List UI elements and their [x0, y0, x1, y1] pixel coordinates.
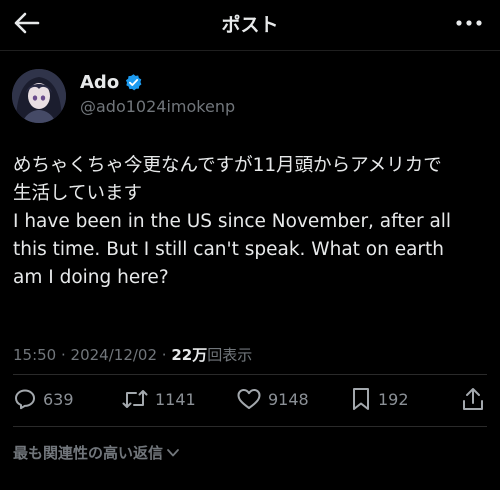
meta-divider [13, 374, 487, 375]
reply-count: 639 [43, 389, 74, 409]
bookmark-icon [353, 388, 369, 410]
chevron-down-icon [166, 448, 180, 458]
bookmark-count: 192 [378, 389, 409, 409]
tweet-text: めちゃくちゃ今更なんですが11月頭からアメリカで 生活しています I have … [13, 152, 485, 292]
tweet-line: 生活しています [13, 183, 142, 204]
verified-badge-icon [124, 73, 143, 92]
meta-separator: · [157, 346, 172, 364]
header-divider [0, 50, 500, 51]
author-name-row: Ado [80, 72, 143, 93]
reply-button[interactable]: 639 [13, 384, 74, 414]
actions-divider [13, 426, 487, 427]
tweet-line: めちゃくちゃ今更なんですが11月頭からアメリカで [13, 155, 442, 176]
author-display-name[interactable]: Ado [80, 72, 119, 93]
views-count[interactable]: 22万 [171, 346, 207, 364]
views-label: 回表示 [207, 346, 253, 364]
tweet-meta: 15:50 · 2024/12/02 · 22万回表示 [13, 344, 252, 365]
tweet-line: I have been in the US since November, af… [13, 211, 452, 232]
meta-separator: · [56, 346, 71, 364]
like-count: 9148 [268, 389, 309, 409]
page-title: ポスト [221, 14, 279, 36]
repost-icon [122, 390, 148, 408]
bookmark-button[interactable]: 192 [350, 384, 409, 414]
avatar-image [12, 69, 66, 123]
avatar[interactable] [12, 69, 66, 123]
heart-icon [237, 389, 261, 409]
post-time[interactable]: 15:50 [13, 346, 56, 364]
tweet-line: am I doing here? [13, 267, 169, 288]
action-bar: 639 1141 9148 192 [0, 384, 500, 414]
repost-count: 1141 [155, 389, 196, 409]
like-button[interactable]: 9148 [236, 384, 309, 414]
more-button[interactable] [452, 8, 486, 38]
tweet-line: this time. But I still can't speak. What… [13, 239, 445, 260]
more-horizontal-icon [456, 20, 482, 26]
reply-icon [15, 389, 35, 410]
share-icon [463, 388, 483, 410]
reply-sort-label: 最も関連性の高い返信 [13, 444, 164, 462]
share-button[interactable] [460, 384, 486, 414]
top-bar: ポスト [0, 0, 500, 46]
author-handle[interactable]: @ado1024imokenp [80, 97, 235, 116]
reply-sort-dropdown[interactable]: 最も関連性の高い返信 [13, 442, 180, 463]
post-date[interactable]: 2024/12/02 [71, 346, 157, 364]
repost-button[interactable]: 1141 [121, 384, 196, 414]
